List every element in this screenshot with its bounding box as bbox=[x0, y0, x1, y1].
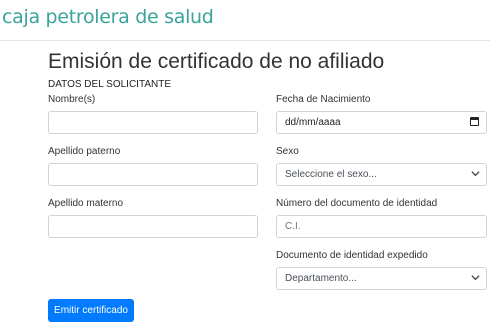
logo[interactable]: caja petrolera de salud bbox=[2, 6, 214, 28]
numero-documento-placeholder: C.I. bbox=[285, 221, 301, 232]
top-bar: caja petrolera de salud bbox=[0, 0, 490, 41]
nombres-label: Nombre(s) bbox=[48, 94, 96, 105]
sexo-label: Sexo bbox=[276, 146, 299, 157]
nombres-input[interactable] bbox=[48, 111, 258, 134]
apellido-paterno-label: Apellido paterno bbox=[48, 146, 121, 157]
chevron-down-icon bbox=[471, 272, 480, 286]
section-label: DATOS DEL SOLICITANTE bbox=[48, 79, 171, 90]
fecha-nacimiento-input[interactable]: dd/mm/aaaa bbox=[276, 111, 487, 134]
apellido-paterno-input[interactable] bbox=[48, 163, 258, 186]
documento-expedido-label: Documento de identidad expedido bbox=[276, 250, 428, 261]
apellido-materno-input[interactable] bbox=[48, 215, 258, 238]
fecha-nacimiento-placeholder: dd/mm/aaaa bbox=[285, 117, 341, 128]
numero-documento-label: Número del documento de identidad bbox=[276, 198, 438, 209]
fecha-nacimiento-label: Fecha de Nacimiento bbox=[276, 94, 371, 105]
page-title: Emisión de certificado de no afiliado bbox=[48, 50, 385, 73]
emitir-certificado-button[interactable]: Emitir certificado bbox=[48, 299, 134, 322]
sexo-selected-value: Seleccione el sexo... bbox=[285, 169, 377, 180]
apellido-materno-label: Apellido materno bbox=[48, 198, 124, 209]
chevron-down-icon bbox=[471, 168, 480, 182]
numero-documento-input[interactable]: C.I. bbox=[276, 215, 487, 238]
documento-expedido-selected-value: Departamento... bbox=[285, 273, 357, 284]
documento-expedido-select[interactable]: Departamento... bbox=[276, 267, 487, 290]
calendar-icon[interactable] bbox=[470, 117, 479, 126]
sexo-select[interactable]: Seleccione el sexo... bbox=[276, 163, 487, 186]
